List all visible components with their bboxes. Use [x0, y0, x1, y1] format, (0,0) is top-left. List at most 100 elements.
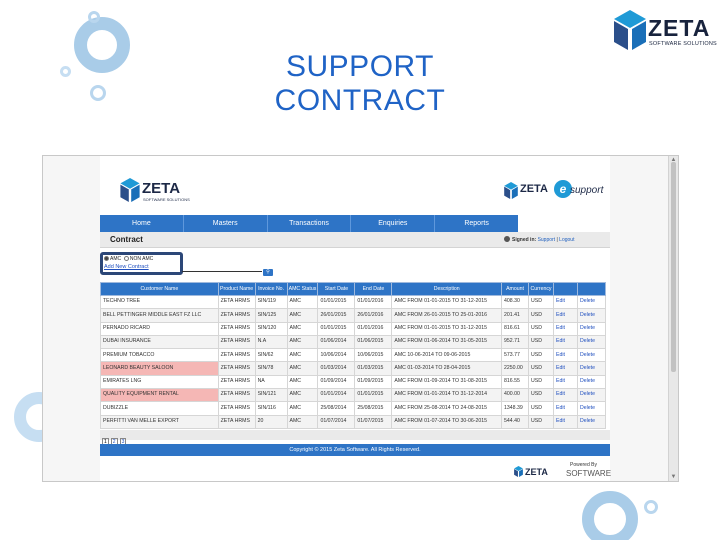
nav-masters[interactable]: Masters [184, 215, 268, 232]
col-start-date[interactable]: Start Date [317, 282, 356, 296]
delete-link[interactable]: Delete [576, 294, 607, 310]
amc-radio-label[interactable]: AMC [110, 256, 121, 262]
search-input[interactable] [182, 271, 262, 272]
decor-ring-small [90, 85, 106, 101]
cell-product: ZETA HRMS [217, 321, 256, 336]
powered-software-label: SOFTWARE [566, 469, 612, 478]
table-row[interactable]: PERNADO RICARD ZETA HRMS SIN/120 AMC 01/01/2… [100, 321, 607, 336]
edit-link[interactable]: Edit [553, 321, 578, 336]
add-new-contract-link[interactable]: Add New Contract [104, 264, 149, 270]
cell-end-date: 01/01/2016 [354, 321, 393, 336]
delete-link[interactable]: Delete [576, 361, 607, 376]
cell-customer: PREMIUM TOBACCO [100, 348, 219, 363]
support-link[interactable]: Support [538, 237, 556, 243]
table-row[interactable]: EMIRATES LNG ZETA HRMS NA AMC 01/09/2014 01/0… [100, 374, 607, 390]
table-row[interactable]: PREMIUM TOBACCO ZETA HRMS SIN/62 AMC 10/06/2… [100, 348, 607, 363]
edit-link[interactable]: Edit [553, 401, 578, 416]
scroll-down-icon[interactable]: ▼ [670, 474, 677, 480]
page-title: Contract [110, 235, 143, 244]
nav-enquiries[interactable]: Enquiries [351, 215, 436, 232]
col-amc-status[interactable]: AMC Status [286, 282, 319, 296]
col-description[interactable]: Description [391, 282, 503, 296]
table-row[interactable]: PERFITTI VAN MELLE EXPORT ZETA HRMS 20 AMC 0… [100, 414, 607, 429]
search-icon[interactable]: ⚲ [263, 269, 273, 276]
non-amc-radio-label[interactable]: NON AMC [130, 256, 153, 262]
cell-customer: DUBIZZLE [100, 401, 219, 416]
table-row[interactable]: LEONARD BEAUTY SALOON ZETA HRMS SIN/78 AMC 0… [100, 361, 607, 376]
cell-status: AMC [286, 308, 319, 323]
cell-currency: USD [528, 401, 554, 416]
col-invoice-no[interactable]: Invoice No. [254, 282, 288, 296]
cell-status: AMC [286, 321, 319, 336]
col-amount[interactable]: Amount [501, 282, 530, 296]
table-row[interactable]: DUBAI INSURANCE ZETA HRMS N.A AMC 01/06/2014… [100, 334, 607, 350]
cell-status: AMC [286, 388, 319, 403]
delete-link[interactable]: Delete [576, 374, 607, 390]
decor-ring-small [60, 66, 71, 77]
cell-description: AMC FROM 01-09-2014 TO 31-08-2015 [391, 374, 503, 390]
col-product-name[interactable]: Product Name [217, 282, 256, 296]
table-row[interactable]: TECHNO TREE ZETA HRMS SIN/119 AMC 01/01/2015… [100, 294, 607, 310]
table-row[interactable]: BELL PETTINGER MIDDLE EAST FZ LLC ZETA HR… [100, 308, 607, 323]
table-header-row: Customer Name Product Name Invoice No. A… [100, 282, 607, 296]
col-currency[interactable]: Currency [528, 282, 554, 296]
cell-status: AMC [286, 348, 319, 363]
app-logo[interactable]: ZETA SOFTWARE SOLUTIONS [120, 178, 200, 208]
edit-link[interactable]: Edit [553, 334, 578, 350]
table-row[interactable]: DUBIZZLE ZETA HRMS SIN/116 AMC 25/08/2014 25/… [100, 401, 607, 416]
delete-link[interactable]: Delete [576, 401, 607, 416]
cell-amount: 400.00 [501, 388, 530, 403]
cell-start-date: 01/01/2014 [317, 388, 356, 403]
signed-in-info: Signed in: Support | Logout [512, 237, 574, 243]
col-customer-name[interactable]: Customer Name [100, 282, 219, 296]
scrollbar-thumb[interactable] [671, 162, 676, 372]
non-amc-radio[interactable] [123, 256, 129, 262]
amc-radio[interactable] [104, 256, 109, 262]
delete-link[interactable]: Delete [576, 334, 607, 350]
edit-link[interactable]: Edit [553, 361, 578, 376]
nav-home[interactable]: Home [100, 215, 184, 232]
edit-link[interactable]: Edit [553, 308, 578, 323]
cell-invoice: N.A [254, 334, 288, 350]
cell-start-date: 01/06/2014 [317, 334, 356, 350]
cell-status: AMC [286, 414, 319, 429]
cell-start-date: 01/07/2014 [317, 414, 356, 429]
edit-link[interactable]: Edit [553, 374, 578, 390]
cell-customer: BELL PETTINGER MIDDLE EAST FZ LLC [100, 308, 219, 323]
app-logo-word: ZETA [142, 180, 181, 197]
edit-link[interactable]: Edit [553, 348, 578, 363]
cell-status: AMC [286, 401, 319, 416]
cell-invoice: SIN/120 [254, 321, 288, 336]
cell-end-date: 01/07/2015 [354, 414, 393, 429]
nav-transactions[interactable]: Transactions [268, 215, 352, 232]
cell-currency: USD [528, 321, 554, 336]
vertical-scrollbar[interactable]: ▲ ▼ [668, 156, 678, 481]
table-row[interactable]: QUALITY EQUIPMENT RENTAL ZETA HRMS SIN/121… [100, 388, 607, 403]
edit-link[interactable]: Edit [553, 294, 578, 310]
cell-invoice: SIN/62 [254, 348, 288, 363]
delete-link[interactable]: Delete [576, 308, 607, 323]
cell-description: AMC 10-06-2014 TO 09-06-2015 [391, 348, 503, 363]
cell-product: ZETA HRMS [217, 294, 256, 310]
logout-link[interactable]: Logout [559, 237, 574, 243]
edit-link[interactable]: Edit [553, 388, 578, 403]
nav-reports[interactable]: Reports [435, 215, 518, 232]
cell-currency: USD [528, 334, 554, 350]
delete-link[interactable]: Delete [576, 414, 607, 429]
col-end-date[interactable]: End Date [354, 282, 393, 296]
subheader-bar: Contract Signed in: Support | Logout [100, 232, 610, 248]
cell-start-date: 26/01/2015 [317, 308, 356, 323]
delete-link[interactable]: Delete [576, 321, 607, 336]
edit-link[interactable]: Edit [553, 414, 578, 429]
delete-link[interactable]: Delete [576, 388, 607, 403]
col-edit [553, 282, 578, 296]
cell-end-date: 25/08/2015 [354, 401, 393, 416]
cell-product: ZETA HRMS [217, 414, 256, 429]
cell-description: AMC FROM 01-07-2014 TO 30-06-2015 [391, 414, 503, 429]
cell-amount: 408.30 [501, 294, 530, 310]
decor-ring-bottom-small [644, 500, 658, 514]
cell-customer: LEONARD BEAUTY SALOON [100, 361, 219, 376]
contract-table: Customer Name Product Name Invoice No. A… [100, 282, 607, 429]
cell-customer: PERFITTI VAN MELLE EXPORT [100, 414, 219, 429]
delete-link[interactable]: Delete [576, 348, 607, 363]
